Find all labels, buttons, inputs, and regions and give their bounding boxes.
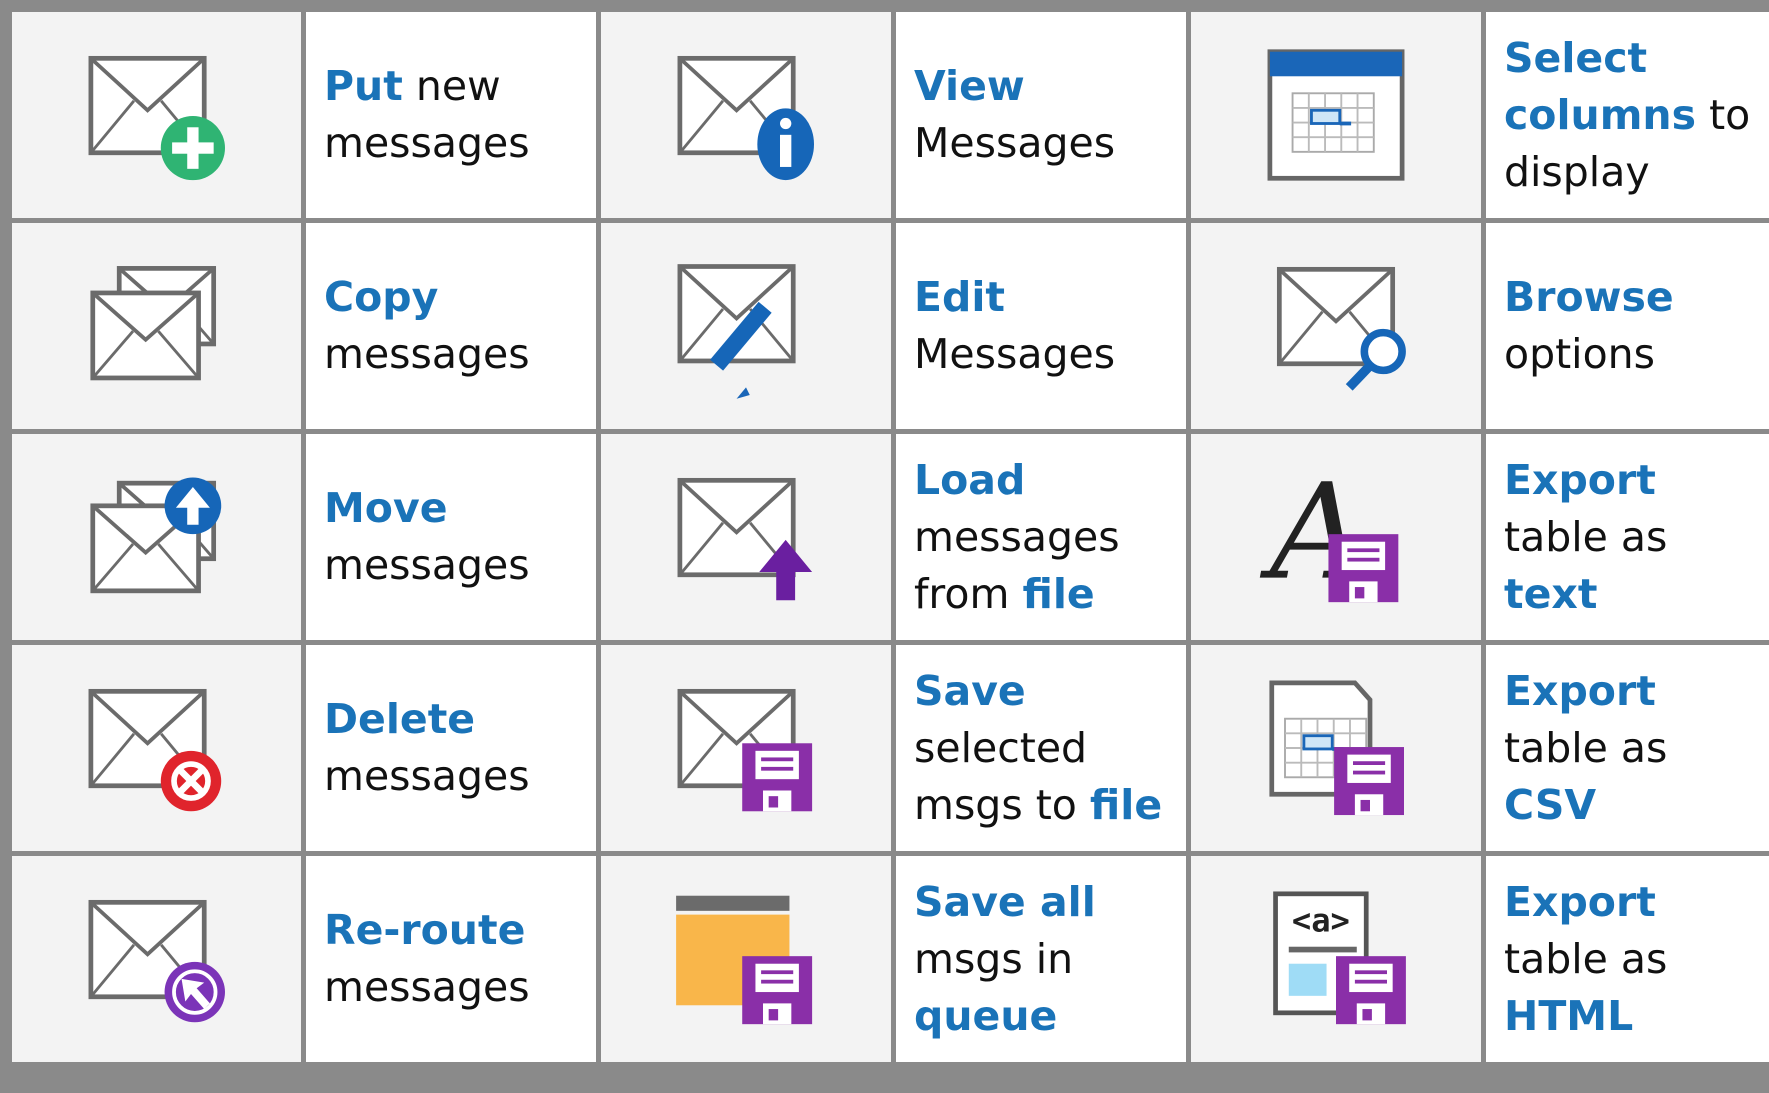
description-label: Re-route messages [324, 902, 588, 1016]
description-text: table as [1504, 723, 1668, 772]
icon-cell [601, 223, 891, 429]
action-keyword: Edit [914, 273, 1006, 321]
action-keyword: Copy [324, 273, 439, 321]
action-keyword: Export [1504, 877, 1656, 926]
action-keyword: text [1504, 569, 1598, 618]
svg-text:<a>: <a> [1292, 902, 1350, 940]
description-cell: Export table as text [1486, 434, 1769, 640]
description-cell: Load messages from file [896, 434, 1186, 640]
description-text: table as [1504, 512, 1668, 561]
description-text: selected msgs to [914, 723, 1090, 829]
icon-legend-table: Put new messages View Messages Select colu… [0, 0, 1769, 1093]
html-doc-floppy-icon: <a> [1273, 891, 1406, 1025]
action-keyword: Select columns [1504, 33, 1697, 139]
action-keyword: Save all [914, 877, 1096, 926]
action-keyword: CSV [1504, 780, 1597, 829]
action-keyword: Export [1504, 455, 1656, 504]
envelope-delete-icon [88, 688, 221, 812]
envelope-reroute-icon [88, 899, 225, 1023]
icon-cell: A [1191, 434, 1481, 640]
description-text: msgs in [914, 934, 1074, 983]
icon-cell [12, 434, 301, 640]
description-text: messages [324, 752, 530, 800]
envelope-info-icon [677, 55, 814, 181]
action-keyword: Load [914, 455, 1026, 504]
description-text: messages [324, 330, 530, 378]
description-label: Edit Messages [914, 269, 1178, 383]
icon-cell [1191, 223, 1481, 429]
action-keyword: Re-route [324, 906, 526, 954]
icon-cell [12, 856, 301, 1062]
icon-cell [601, 856, 891, 1062]
action-keyword: View [914, 62, 1025, 110]
font-floppy-icon: A [1259, 462, 1399, 610]
icon-cell [601, 12, 891, 218]
action-keyword: Delete [324, 695, 476, 743]
envelope-pencil-icon [677, 264, 796, 399]
action-keyword: file [1022, 569, 1095, 618]
action-keyword: file [1089, 780, 1163, 829]
description-cell: Export table as HTML [1486, 856, 1769, 1062]
description-text: messages [324, 541, 530, 589]
description-cell: Delete messages [306, 645, 596, 851]
description-label: Put new messages [324, 58, 588, 172]
description-cell: Copy messages [306, 223, 596, 429]
description-cell: Save all msgs in queue [896, 856, 1186, 1062]
description-label: Export table as text [1504, 452, 1768, 623]
action-keyword: Browse [1504, 273, 1674, 321]
description-text: messages [324, 963, 530, 1011]
envelopes-copy-icon [89, 266, 216, 381]
description-cell: Edit Messages [896, 223, 1186, 429]
action-keyword: Save [914, 666, 1026, 715]
description-label: Load messages from file [914, 452, 1178, 623]
table-doc-floppy-icon [1269, 680, 1404, 816]
description-text: Messages [914, 330, 1116, 378]
action-keyword: Export [1504, 666, 1656, 715]
action-keyword: queue [914, 991, 1058, 1040]
icon-cell [601, 434, 891, 640]
envelopes-move-icon [89, 477, 221, 594]
description-label: Save selected msgs to file [914, 663, 1178, 834]
description-cell: View Messages [896, 12, 1186, 218]
description-label: View Messages [914, 58, 1178, 172]
description-label: Move messages [324, 480, 588, 594]
description-text: Messages [914, 119, 1116, 167]
action-keyword: HTML [1504, 991, 1634, 1040]
icon-cell: <a> [1191, 856, 1481, 1062]
icon-cell [12, 223, 301, 429]
description-label: Save all msgs in queue [914, 874, 1178, 1045]
folder-floppy-icon [676, 895, 813, 1025]
description-cell: Move messages [306, 434, 596, 640]
icon-cell [12, 645, 301, 851]
description-cell: Re-route messages [306, 856, 596, 1062]
action-keyword: Put [324, 62, 403, 110]
description-label: Export table as CSV [1504, 663, 1768, 834]
description-text: table as [1504, 934, 1668, 983]
description-label: Delete messages [324, 691, 588, 805]
description-cell: Select columns to display [1486, 12, 1769, 218]
description-cell: Browse options [1486, 223, 1769, 429]
description-label: Select columns to display [1504, 30, 1768, 201]
description-cell: Export table as CSV [1486, 645, 1769, 851]
icon-cell [601, 645, 891, 851]
envelope-upload-icon [677, 477, 813, 601]
icon-cell [12, 12, 301, 218]
envelope-plus-icon [88, 55, 225, 181]
action-keyword: Move [324, 484, 448, 532]
envelope-floppy-icon [677, 688, 813, 812]
icon-cell [1191, 12, 1481, 218]
envelope-search-icon [1276, 266, 1406, 391]
table-columns-icon [1267, 49, 1405, 181]
description-label: Browse options [1504, 269, 1768, 383]
description-cell: Put new messages [306, 12, 596, 218]
description-label: Copy messages [324, 269, 588, 383]
icon-cell [1191, 645, 1481, 851]
description-cell: Save selected msgs to file [896, 645, 1186, 851]
description-text: options [1504, 330, 1656, 378]
description-label: Export table as HTML [1504, 874, 1768, 1045]
